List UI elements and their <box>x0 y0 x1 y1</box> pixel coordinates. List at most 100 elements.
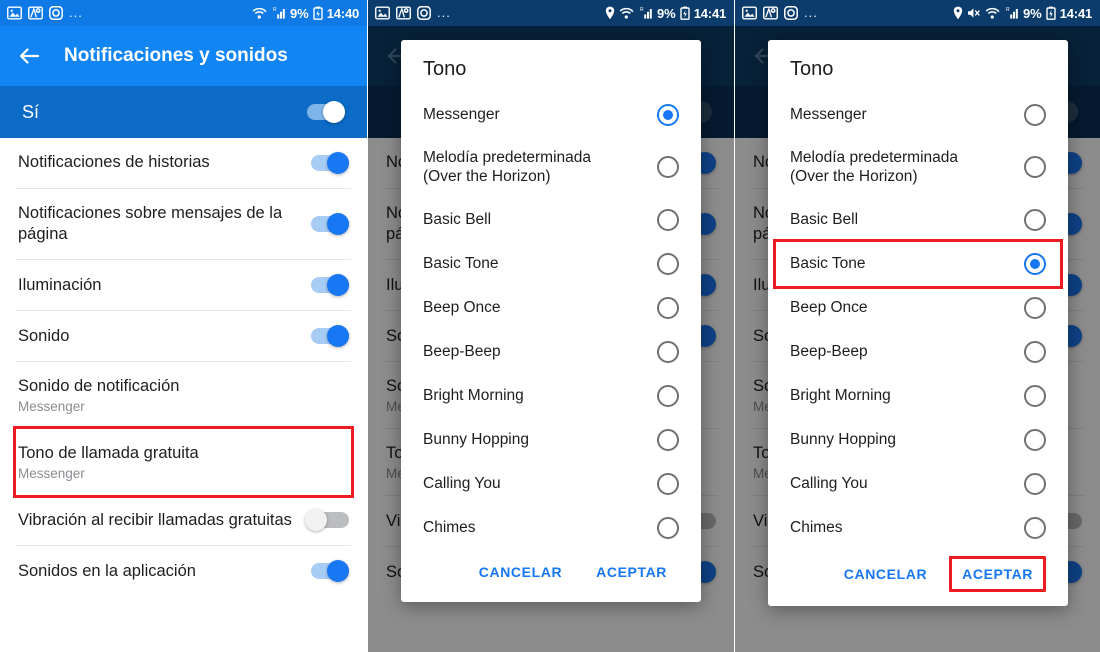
radio-button[interactable] <box>1024 296 1046 319</box>
radio-button[interactable] <box>1024 340 1046 363</box>
radio-option[interactable]: Bunny Hopping <box>423 418 679 462</box>
battery-percent: 9% <box>289 5 309 21</box>
list-item-title: Sonidos en la aplicación <box>18 561 196 580</box>
clock: 14:40 <box>326 5 359 21</box>
signal-icon: R <box>273 7 285 19</box>
list-item[interactable]: Notificaciones sobre mensajes de la pági… <box>16 189 351 261</box>
battery-percent: 9% <box>656 5 676 21</box>
radio-option[interactable]: Chimes <box>790 506 1046 550</box>
radio-option-label: Melodía predeterminada (Over the Horizon… <box>790 149 959 186</box>
svg-text:+: + <box>997 9 1000 15</box>
radio-option[interactable]: Calling You <box>423 462 679 506</box>
radio-option[interactable]: Bright Morning <box>423 374 679 418</box>
list-item-title: Tono de llamada gratuita <box>18 444 199 463</box>
radio-button[interactable] <box>657 296 679 319</box>
signal-icon: R <box>640 7 652 19</box>
list-item[interactable]: Vibración al recibir llamadas gratuitas <box>16 495 351 547</box>
list-item[interactable]: Iluminación <box>16 260 351 312</box>
list-item-title: Iluminación <box>18 275 102 294</box>
radio-option[interactable]: Beep Once <box>790 286 1046 330</box>
radio-option[interactable]: Messenger <box>423 93 679 137</box>
toggle-switch[interactable] <box>305 274 349 297</box>
radio-option[interactable]: Melodía predeterminada (Over the Horizon… <box>790 137 1046 198</box>
radio-button[interactable] <box>1024 516 1046 539</box>
radio-option[interactable]: Melodía predeterminada (Over the Horizon… <box>423 137 679 198</box>
clock: 14:41 <box>693 5 726 21</box>
radio-button[interactable] <box>1024 156 1046 179</box>
radio-button-selected[interactable] <box>1024 252 1046 275</box>
svg-text:R: R <box>273 7 277 13</box>
radio-option-label: Beep-Beep <box>423 343 501 361</box>
toggle-switch[interactable] <box>305 213 349 236</box>
maps-pin-icon <box>28 6 43 20</box>
radio-option[interactable]: Beep-Beep <box>790 330 1046 374</box>
toggle-switch[interactable] <box>305 509 349 532</box>
radio-button[interactable] <box>1024 428 1046 451</box>
radio-option[interactable]: Messenger <box>790 93 1046 137</box>
radio-button[interactable] <box>1024 384 1046 407</box>
status-overflow-dots: ... <box>437 5 451 20</box>
radio-option[interactable]: Chimes <box>423 506 679 550</box>
radio-option[interactable]: Basic Bell <box>790 198 1046 242</box>
radio-option-basic-tone[interactable]: Basic Tone <box>773 238 1063 289</box>
list-item[interactable]: Sonidos en la aplicación <box>16 546 351 596</box>
status-bar-right: + R 9% 14:40 <box>252 6 359 21</box>
battery-icon <box>1046 6 1056 20</box>
panel-settings: ... + R 9% 14:40 Notificaciones y sonido… <box>0 0 367 652</box>
back-arrow-icon[interactable] <box>16 43 42 69</box>
radio-button[interactable] <box>657 472 679 495</box>
radio-option[interactable]: Basic Bell <box>423 198 679 242</box>
accept-button[interactable]: ACEPTAR <box>584 556 679 588</box>
cancel-button[interactable]: CANCELAR <box>832 558 939 590</box>
radio-option-label: Messenger <box>423 106 500 124</box>
radio-button[interactable] <box>1024 104 1046 126</box>
list-item-tono-de-llamada-gratuita[interactable]: Tono de llamada gratuita Messenger <box>13 426 354 499</box>
radio-option[interactable]: Beep-Beep <box>423 330 679 374</box>
maps-pin-icon <box>763 6 778 20</box>
radio-option-label: Bunny Hopping <box>790 431 896 449</box>
radio-option-label: Bright Morning <box>790 387 891 405</box>
page-title: Notificaciones y sonidos <box>64 45 288 66</box>
radio-button[interactable] <box>1024 472 1046 495</box>
radio-button[interactable] <box>657 516 679 539</box>
accept-button[interactable]: ACEPTAR <box>949 555 1046 592</box>
radio-option[interactable]: Beep Once <box>423 286 679 330</box>
radio-button[interactable] <box>657 156 679 179</box>
radio-option-label: Calling You <box>790 475 868 493</box>
radio-button[interactable] <box>657 428 679 451</box>
image-icon <box>7 6 22 20</box>
radio-button[interactable] <box>657 340 679 363</box>
toggle-switch[interactable] <box>305 152 349 174</box>
radio-option-label: Melodía predeterminada (Over the Horizon… <box>423 149 592 186</box>
radio-option-label: Chimes <box>423 519 476 537</box>
radio-option[interactable]: Bright Morning <box>790 374 1046 418</box>
instagram-icon <box>49 6 63 20</box>
dialog-title: Tono <box>790 58 834 80</box>
panel-dialog-basic-tone: Notificaciones y sonidos Sí Notificacion… <box>734 0 1100 652</box>
radio-button[interactable] <box>657 252 679 275</box>
radio-option[interactable]: Bunny Hopping <box>790 418 1046 462</box>
list-item[interactable]: Notificaciones de historias <box>16 138 351 189</box>
radio-option[interactable]: Basic Tone <box>423 242 679 286</box>
radio-option-label: Chimes <box>790 519 843 537</box>
cancel-button[interactable]: CANCELAR <box>467 556 574 588</box>
list-item[interactable]: Sonido <box>16 311 351 363</box>
list-item[interactable]: Sonido de notificación Messenger <box>16 362 351 430</box>
radio-button[interactable] <box>657 384 679 407</box>
toggle-switch[interactable] <box>305 560 349 583</box>
master-toggle-switch[interactable] <box>301 101 345 123</box>
status-bar-right: + R 9% 14:41 <box>605 6 726 21</box>
radio-button[interactable] <box>657 208 679 231</box>
toggle-switch[interactable] <box>305 325 349 348</box>
battery-icon <box>680 6 690 20</box>
list-item-subtitle: Messenger <box>18 399 85 415</box>
screenshot-triptych: ... + R 9% 14:40 Notificaciones y sonido… <box>0 0 1100 652</box>
radio-option-label: Beep Once <box>790 299 868 317</box>
master-toggle-row[interactable]: Sí <box>0 86 367 138</box>
radio-button[interactable] <box>1024 208 1046 231</box>
radio-button-selected[interactable] <box>657 104 679 126</box>
status-bar: ... + R 9% 14:41 <box>735 0 1100 26</box>
location-pin-icon <box>605 6 615 20</box>
radio-option[interactable]: Calling You <box>790 462 1046 506</box>
list-item-title: Sonido <box>18 326 70 345</box>
